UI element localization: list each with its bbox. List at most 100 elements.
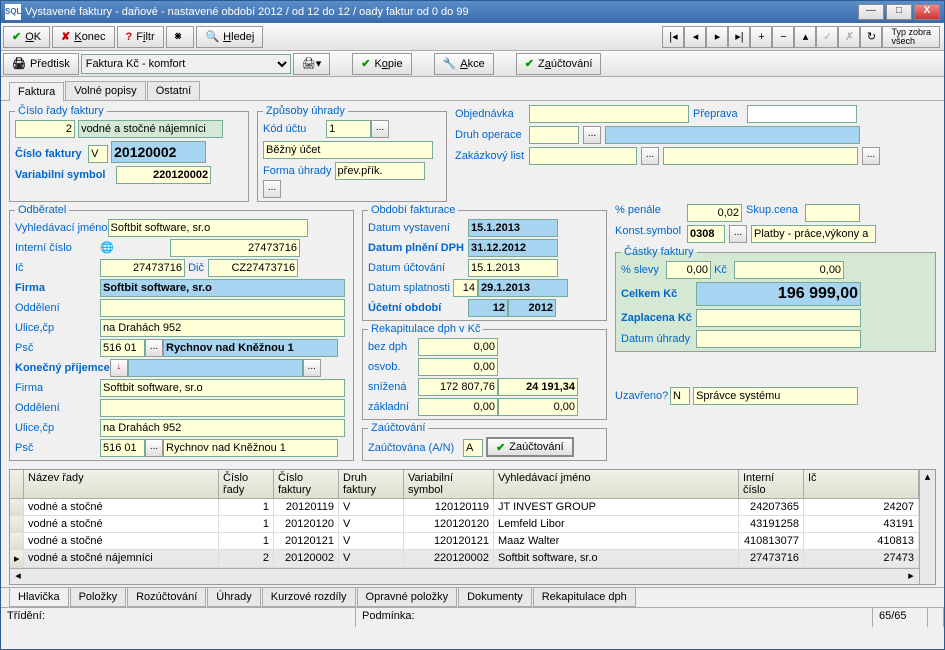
zl-text[interactable] bbox=[663, 147, 858, 165]
scroll-right[interactable]: ▸ bbox=[903, 569, 919, 584]
sn2-input[interactable] bbox=[498, 378, 578, 396]
table-row[interactable]: vodné a stočné120120121V120120121Maaz Wa… bbox=[10, 533, 919, 550]
uo2-input[interactable] bbox=[508, 299, 556, 317]
u2-input[interactable] bbox=[100, 419, 345, 437]
p2-input[interactable] bbox=[100, 439, 145, 457]
do-dots[interactable]: ... bbox=[583, 126, 601, 144]
ds-input[interactable] bbox=[478, 279, 568, 297]
tab-ostatni[interactable]: Ostatní bbox=[147, 81, 200, 100]
ks-dots[interactable]: ... bbox=[729, 225, 747, 243]
obj-input[interactable] bbox=[529, 105, 689, 123]
fu-text[interactable] bbox=[335, 162, 425, 180]
os-input[interactable] bbox=[418, 358, 498, 376]
ku-dots[interactable]: ... bbox=[371, 120, 389, 138]
kp-input[interactable] bbox=[128, 359, 303, 377]
o2-input[interactable] bbox=[100, 399, 345, 417]
nav-up[interactable]: ▴ bbox=[794, 26, 816, 48]
scroll-v[interactable]: ▴ bbox=[919, 470, 935, 584]
fu-dots[interactable]: ... bbox=[263, 180, 281, 198]
pre-input[interactable] bbox=[747, 105, 857, 123]
table-row[interactable]: vodné a stočné120120120V120120120Lemfeld… bbox=[10, 516, 919, 533]
gh-5[interactable]: Vyhledávací jméno bbox=[494, 470, 739, 498]
cl-input[interactable] bbox=[696, 282, 861, 306]
gh-1[interactable]: Číslo řady bbox=[219, 470, 274, 498]
kc-input[interactable] bbox=[734, 261, 844, 279]
tab-volne[interactable]: Volné popisy bbox=[65, 81, 145, 100]
d-input[interactable] bbox=[208, 259, 298, 277]
gh-2[interactable]: Číslo faktury bbox=[274, 470, 339, 498]
maximize-button[interactable]: □ bbox=[886, 4, 912, 20]
kp-arrow[interactable]: ↓ bbox=[110, 359, 128, 377]
bu-text[interactable] bbox=[263, 141, 433, 159]
hledej-button[interactable]: 🔍Hledej bbox=[196, 26, 263, 48]
ic-input[interactable] bbox=[170, 239, 300, 257]
uo1-input[interactable] bbox=[468, 299, 508, 317]
tab-faktura[interactable]: Faktura bbox=[9, 82, 64, 101]
nav-refresh[interactable]: ↻ bbox=[860, 26, 882, 48]
konec-button[interactable]: ✘Konec bbox=[52, 26, 114, 48]
u-input[interactable] bbox=[100, 319, 345, 337]
o-input[interactable] bbox=[100, 299, 345, 317]
zk2-input[interactable] bbox=[498, 398, 578, 416]
kp-dots[interactable]: ... bbox=[303, 359, 321, 377]
minimize-button[interactable]: — bbox=[858, 4, 884, 20]
gh-6[interactable]: Interní číslo bbox=[739, 470, 804, 498]
ku-num[interactable] bbox=[326, 120, 371, 138]
do-text[interactable] bbox=[605, 126, 860, 144]
du-input[interactable] bbox=[468, 259, 558, 277]
print-button[interactable]: 🖨 ▾ bbox=[293, 53, 331, 75]
zl-input[interactable] bbox=[529, 147, 637, 165]
dv-input[interactable] bbox=[468, 219, 558, 237]
nav-del[interactable]: − bbox=[772, 26, 794, 48]
p2-dots[interactable]: ... bbox=[145, 439, 163, 457]
nav-next[interactable]: ▸ bbox=[706, 26, 728, 48]
f2-input[interactable] bbox=[100, 379, 345, 397]
gh-3[interactable]: Druh faktury bbox=[339, 470, 404, 498]
sn1-input[interactable] bbox=[418, 378, 498, 396]
btab-6[interactable]: Dokumenty bbox=[458, 588, 532, 607]
zl-dots[interactable]: ... bbox=[641, 147, 659, 165]
pb-input[interactable] bbox=[751, 225, 876, 243]
akce-button[interactable]: 🔧Akce bbox=[434, 53, 494, 75]
do-input[interactable] bbox=[529, 126, 579, 144]
bd-input[interactable] bbox=[418, 338, 498, 356]
btab-3[interactable]: Úhrady bbox=[207, 588, 260, 607]
sc-input[interactable] bbox=[805, 204, 860, 222]
crf-num[interactable] bbox=[15, 120, 75, 138]
btab-4[interactable]: Kurzové rozdíly bbox=[262, 588, 356, 607]
cf-prefix[interactable] bbox=[88, 145, 108, 163]
sp-input[interactable] bbox=[693, 387, 858, 405]
gh-4[interactable]: Variabilní symbol bbox=[404, 470, 494, 498]
vj-input[interactable] bbox=[108, 219, 308, 237]
kopie-button[interactable]: ✔Kopie bbox=[352, 53, 411, 75]
zk1-input[interactable] bbox=[418, 398, 498, 416]
close-button[interactable]: X bbox=[914, 4, 940, 20]
filtr-button[interactable]: ?Filtr bbox=[117, 26, 164, 48]
za-input[interactable] bbox=[463, 439, 483, 457]
m2-input[interactable] bbox=[163, 439, 338, 457]
zauctovani-btn2[interactable]: ✔Zaúčtování bbox=[486, 437, 574, 457]
dsn-input[interactable] bbox=[453, 279, 478, 297]
nav-add[interactable]: + bbox=[750, 26, 772, 48]
pe-input[interactable] bbox=[687, 204, 742, 222]
table-row[interactable]: vodné a stočné120120119V120120119JT INVE… bbox=[10, 499, 919, 516]
crf-text[interactable] bbox=[78, 120, 223, 138]
zl-dots2[interactable]: ... bbox=[862, 147, 880, 165]
table-row[interactable]: ▸vodné a stočné nájemníci220120002V22012… bbox=[10, 550, 919, 568]
nav-check[interactable]: ✓ bbox=[816, 26, 838, 48]
nav-last[interactable]: ▸| bbox=[728, 26, 750, 48]
nav-first[interactable]: |◂ bbox=[662, 26, 684, 48]
btab-7[interactable]: Rekapitulace dph bbox=[533, 588, 636, 607]
btab-0[interactable]: Hlavička bbox=[9, 588, 69, 607]
ks-input[interactable] bbox=[687, 225, 725, 243]
hash-button[interactable]: ⨳ bbox=[166, 26, 195, 48]
m-input[interactable] bbox=[163, 339, 338, 357]
typ-zobra-button[interactable]: Typ zobravšech bbox=[882, 26, 940, 48]
btab-5[interactable]: Opravné položky bbox=[357, 588, 458, 607]
dp-input[interactable] bbox=[468, 239, 558, 257]
f-input[interactable] bbox=[100, 279, 345, 297]
cf-num[interactable] bbox=[111, 141, 206, 163]
scroll-left[interactable]: ◂ bbox=[10, 569, 26, 584]
gh-0[interactable]: Název řady bbox=[24, 470, 219, 498]
p-dots[interactable]: ... bbox=[145, 339, 163, 357]
